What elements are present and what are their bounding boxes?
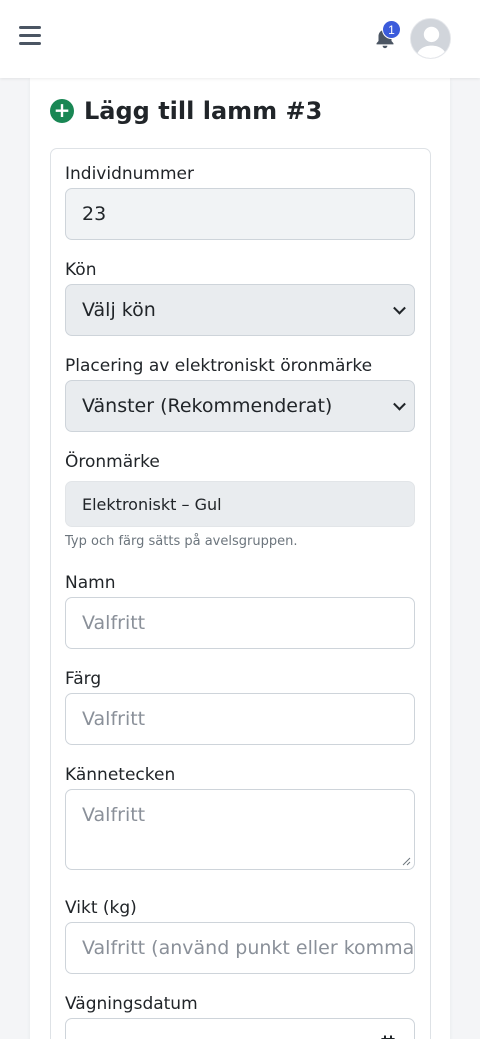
resize-handle-icon[interactable] xyxy=(401,856,411,866)
individnummer-value: 23 xyxy=(82,203,107,225)
namn-placeholder: Valfritt xyxy=(82,612,146,634)
kon-select[interactable]: Välj kön xyxy=(65,284,415,336)
farg-input[interactable]: Valfritt xyxy=(65,693,415,745)
hamburger-menu-icon[interactable] xyxy=(19,26,41,48)
oronmarke-hint: Typ och färg sätts på avelsgruppen. xyxy=(65,534,298,549)
form-heading: + Lägg till lamm #3 xyxy=(50,96,322,126)
oronmarke-label: Öronmärke xyxy=(65,452,160,472)
namn-label: Namn xyxy=(65,573,116,593)
kannetecken-label: Kännetecken xyxy=(65,765,176,785)
kannetecken-textarea[interactable]: Valfritt xyxy=(65,789,415,870)
oronmarke-value: Elektroniskt – Gul xyxy=(65,481,415,527)
kon-selected-value: Välj kön xyxy=(82,299,156,321)
top-navbar: 1 xyxy=(0,0,480,78)
vikt-label: Vikt (kg) xyxy=(65,898,137,918)
user-avatar-icon[interactable] xyxy=(410,18,451,59)
vagningsdatum-input[interactable] xyxy=(65,1018,415,1039)
page-title: Lägg till lamm #3 xyxy=(84,97,323,125)
farg-label: Färg xyxy=(65,669,102,689)
namn-input[interactable]: Valfritt xyxy=(65,597,415,649)
chevron-down-icon xyxy=(393,397,406,411)
farg-placeholder: Valfritt xyxy=(82,708,146,730)
calendar-icon[interactable] xyxy=(380,1035,396,1039)
oronmarke-text: Elektroniskt – Gul xyxy=(82,494,222,514)
individnummer-input[interactable]: 23 xyxy=(65,188,415,240)
kannetecken-placeholder: Valfritt xyxy=(82,804,146,826)
placering-label: Placering av elektroniskt öronmärke xyxy=(65,356,373,376)
vikt-placeholder: Valfritt (använd punkt eller komma) xyxy=(82,937,414,959)
chevron-down-icon xyxy=(393,301,406,315)
vikt-input[interactable]: Valfritt (använd punkt eller komma) xyxy=(65,922,415,974)
placering-select[interactable]: Vänster (Rekommenderat) xyxy=(65,380,415,432)
placering-selected-value: Vänster (Rekommenderat) xyxy=(82,395,333,417)
individnummer-label: Individnummer xyxy=(65,164,194,184)
kon-label: Kön xyxy=(65,260,97,280)
vagningsdatum-label: Vägningsdatum xyxy=(65,994,198,1014)
plus-circle-icon: + xyxy=(50,99,74,123)
notification-badge: 1 xyxy=(382,20,401,39)
